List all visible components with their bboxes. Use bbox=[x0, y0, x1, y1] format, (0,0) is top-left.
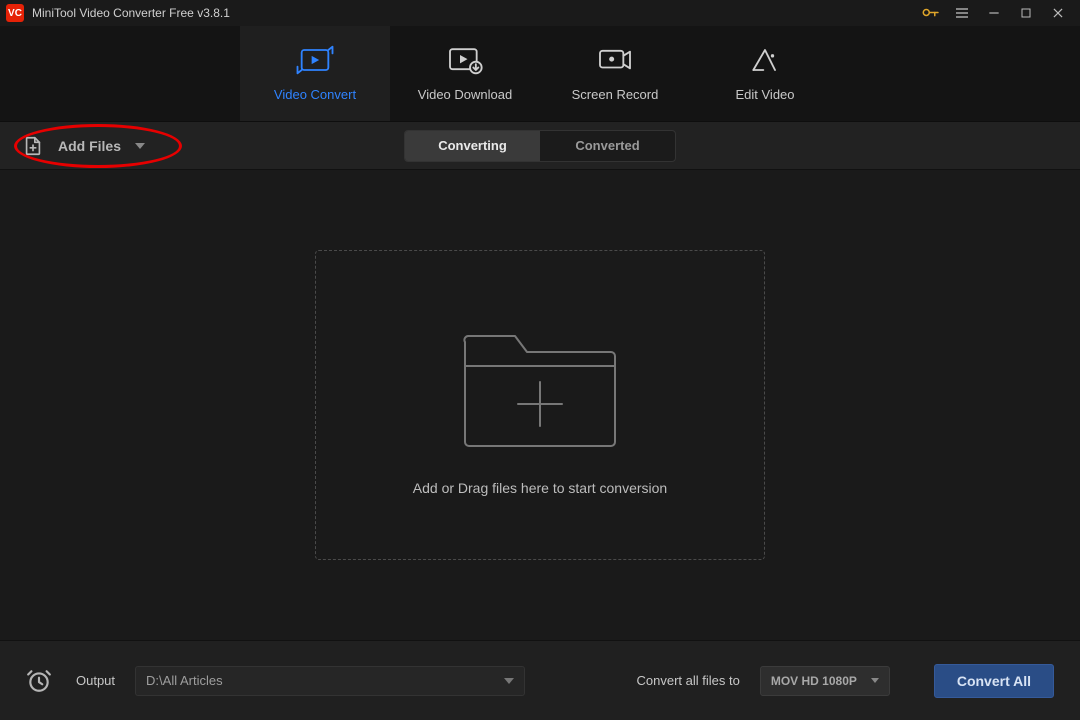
chevron-down-icon bbox=[135, 143, 145, 149]
main-area: Add or Drag files here to start conversi… bbox=[0, 170, 1080, 640]
add-file-icon bbox=[22, 135, 44, 157]
subtab-converted[interactable]: Converted bbox=[540, 131, 675, 161]
download-icon bbox=[445, 45, 485, 75]
titlebar: VC MiniTool Video Converter Free v3.8.1 bbox=[0, 0, 1080, 26]
tab-video-download[interactable]: Video Download bbox=[390, 26, 540, 121]
output-format-value: MOV HD 1080P bbox=[771, 674, 857, 688]
output-path-value: D:\All Articles bbox=[146, 673, 223, 688]
main-tabs: Video Convert Video Download bbox=[0, 26, 1080, 122]
tab-edit-video[interactable]: Edit Video bbox=[690, 26, 840, 121]
folder-plus-icon bbox=[455, 314, 625, 454]
tab-edit-video-label: Edit Video bbox=[735, 87, 794, 102]
convert-icon bbox=[295, 45, 335, 75]
tab-screen-record-label: Screen Record bbox=[572, 87, 659, 102]
output-format-select[interactable]: MOV HD 1080P bbox=[760, 666, 890, 696]
edit-icon bbox=[745, 45, 785, 75]
add-files-button[interactable]: Add Files bbox=[22, 122, 145, 169]
drop-hint: Add or Drag files here to start conversi… bbox=[413, 480, 667, 496]
scheduler-icon[interactable] bbox=[26, 668, 52, 694]
tab-video-download-label: Video Download bbox=[418, 87, 512, 102]
chevron-down-icon bbox=[504, 678, 514, 684]
output-path-select[interactable]: D:\All Articles bbox=[135, 666, 525, 696]
tab-video-convert[interactable]: Video Convert bbox=[240, 26, 390, 121]
minimize-button[interactable] bbox=[978, 0, 1010, 26]
convert-all-button[interactable]: Convert All bbox=[934, 664, 1054, 698]
convert-all-label: Convert all files to bbox=[637, 673, 740, 688]
app-logo-icon: VC bbox=[6, 4, 24, 22]
subtab-converting[interactable]: Converting bbox=[405, 131, 540, 161]
tab-screen-record[interactable]: Screen Record bbox=[540, 26, 690, 121]
record-icon bbox=[595, 45, 635, 75]
chevron-down-icon bbox=[871, 678, 879, 683]
window-title: MiniTool Video Converter Free v3.8.1 bbox=[32, 6, 230, 20]
license-key-icon[interactable] bbox=[914, 0, 946, 26]
output-label: Output bbox=[76, 673, 115, 688]
maximize-button[interactable] bbox=[1010, 0, 1042, 26]
menu-icon[interactable] bbox=[946, 0, 978, 26]
tab-video-convert-label: Video Convert bbox=[274, 87, 356, 102]
bottom-bar: Output D:\All Articles Convert all files… bbox=[0, 640, 1080, 720]
drop-target[interactable]: Add or Drag files here to start conversi… bbox=[315, 250, 765, 560]
add-files-label: Add Files bbox=[58, 138, 121, 154]
toolbar: Add Files Converting Converted bbox=[0, 122, 1080, 170]
subtabs: Converting Converted bbox=[404, 130, 676, 162]
close-button[interactable] bbox=[1042, 0, 1074, 26]
